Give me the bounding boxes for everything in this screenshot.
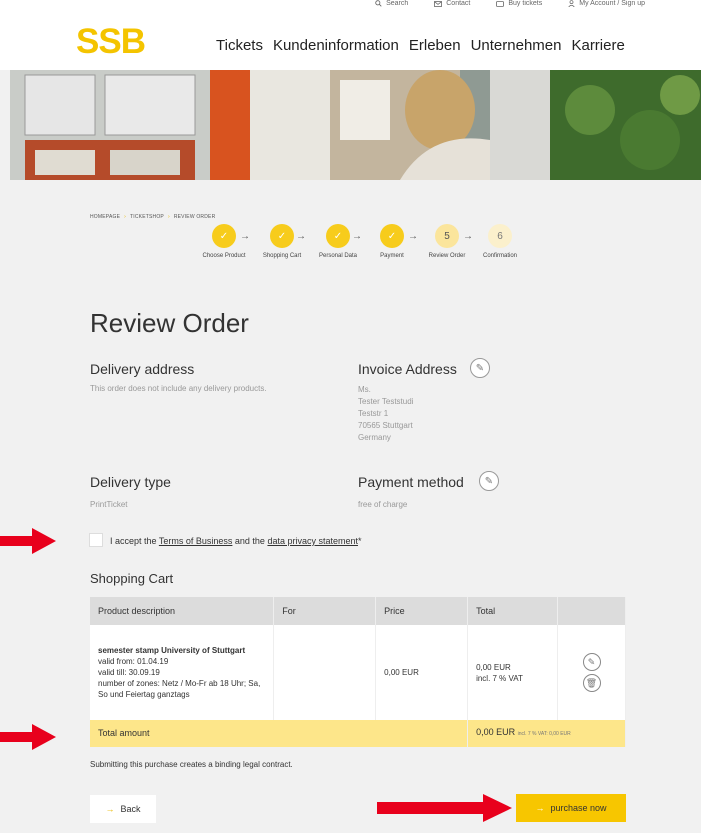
edit-item-button[interactable]: ✎	[582, 653, 601, 671]
breadcrumb-separator: ›	[167, 214, 170, 220]
breadcrumb-current: REVIEW ORDER	[173, 214, 216, 220]
utility-account[interactable]: My Account / Sign up	[568, 0, 645, 7]
step-arrow-icon: →	[240, 231, 250, 242]
privacy-link[interactable]: data privacy statement	[267, 536, 358, 546]
purchase-now-button[interactable]: → purchase now	[516, 794, 626, 822]
table-row: semester stamp University of Stuttgart v…	[90, 625, 626, 720]
step-label: Choose Product	[202, 253, 246, 259]
step-circle: 6	[488, 224, 512, 248]
breadcrumb: HOMEPAGE › TICKETSHOP › REVIEW ORDER	[90, 214, 215, 220]
accept-terms-label: I accept the Terms of Business and the d…	[110, 536, 362, 546]
for-cell	[273, 625, 377, 720]
step-arrow-icon: →	[352, 231, 362, 242]
checkout-progress: ✓ Choose Product → ✓ Shopping Cart → ✓ P…	[190, 224, 520, 264]
step-circle: 5	[435, 224, 459, 248]
delivery-address-title: Delivery address	[90, 361, 195, 377]
nav-karriere[interactable]: Karriere	[571, 37, 624, 54]
utility-search[interactable]: Search	[375, 0, 408, 7]
col-total: Total	[467, 597, 558, 625]
contract-note: Submitting this purchase creates a bindi…	[90, 760, 293, 769]
step-label: Shopping Cart	[262, 253, 302, 259]
user-icon	[568, 0, 575, 7]
main-nav: Tickets Kundeninformation Erleben Untern…	[216, 37, 625, 54]
pencil-icon: ✎	[484, 475, 494, 487]
breadcrumb-separator: ›	[124, 214, 126, 220]
breadcrumb-ticketshop[interactable]: TICKETSHOP	[130, 214, 164, 220]
step-label: Review Order	[428, 253, 466, 259]
step-circle: ✓	[212, 224, 236, 248]
step-label: Confirmation	[482, 253, 517, 259]
invoice-address-title: Invoice Address	[358, 361, 457, 377]
delivery-type-value: PrintTicket	[90, 500, 128, 509]
shopping-cart-table: Product description For Price Total seme…	[90, 597, 626, 747]
nav-erleben[interactable]: Erleben	[409, 37, 461, 54]
utility-buy-tickets[interactable]: Buy tickets	[496, 0, 542, 7]
edit-invoice-button[interactable]: ✎	[470, 358, 490, 378]
page-title: Review Order	[90, 308, 249, 338]
step-arrow-icon: →	[296, 231, 306, 242]
utility-contact[interactable]: Contact	[434, 0, 470, 7]
step-circle: ✓	[380, 224, 404, 248]
col-price: Price	[375, 597, 469, 625]
hero-photo	[10, 70, 701, 180]
col-for: For	[273, 597, 377, 625]
table-header-row: Product description For Price Total	[90, 597, 626, 625]
pencil-icon: ✎	[475, 362, 485, 374]
site-header: Search Contact Buy tickets My Account / …	[0, 0, 701, 70]
ticket-icon	[496, 0, 505, 7]
product-cell: semester stamp University of Stuttgart v…	[90, 625, 275, 720]
accept-terms-checkbox[interactable]	[89, 533, 103, 547]
delivery-type-title: Delivery type	[90, 474, 171, 490]
step-label: Personal Data	[318, 253, 358, 259]
nav-tickets[interactable]: Tickets	[216, 37, 263, 54]
step-circle: ✓	[326, 224, 350, 248]
total-row: Total amount 0,00 EUR incl. 7 % VAT: 0,0…	[90, 720, 626, 747]
invoice-address-lines: Ms. Tester Teststudi Teststr 1 70565 Stu…	[358, 385, 414, 442]
total-label: Total amount	[90, 720, 469, 747]
step-circle: ✓	[270, 224, 294, 248]
col-product: Product description	[90, 597, 275, 625]
edit-payment-button[interactable]: ✎	[479, 471, 499, 491]
ssb-logo[interactable]: SSB	[76, 24, 146, 60]
utility-nav: Search Contact Buy tickets My Account / …	[375, 0, 645, 7]
back-button[interactable]: → Back	[90, 795, 156, 823]
nav-unternehmen[interactable]: Unternehmen	[471, 37, 562, 54]
arrow-right-icon: →	[535, 803, 545, 813]
annotation-arrow-icon	[0, 528, 56, 554]
total-value-cell: 0,00 EUR incl. 7 % VAT: 0,00 EUR	[467, 720, 626, 747]
pencil-icon: ✎	[587, 656, 596, 667]
col-actions	[557, 597, 626, 625]
delivery-address-text: This order does not include any delivery…	[90, 384, 267, 393]
delete-item-button[interactable]: 🗑	[582, 674, 601, 692]
nav-kundeninformation[interactable]: Kundeninformation	[273, 37, 399, 54]
product-name: semester stamp University of Stuttgart	[98, 646, 246, 655]
payment-method-value: free of charge	[358, 500, 408, 509]
terms-link[interactable]: Terms of Business	[159, 536, 233, 546]
shopping-cart-title: Shopping Cart	[90, 571, 174, 586]
step-confirmation: 6 Confirmation	[470, 224, 530, 259]
step-label: Payment	[380, 253, 404, 259]
mail-icon	[434, 0, 443, 7]
hero-image	[10, 70, 701, 180]
search-icon	[375, 0, 382, 7]
price-cell: 0,00 EUR	[375, 625, 469, 720]
total-cell: 0,00 EUR incl. 7 % VAT	[467, 625, 558, 720]
arrow-right-icon: →	[105, 804, 115, 814]
trash-icon: 🗑	[585, 677, 598, 688]
annotation-arrow-icon	[0, 724, 56, 750]
annotation-arrow-icon	[377, 794, 512, 822]
actions-cell: ✎ 🗑	[557, 625, 626, 720]
payment-method-title: Payment method	[358, 474, 464, 490]
breadcrumb-home[interactable]: HOMEPAGE	[90, 214, 120, 220]
